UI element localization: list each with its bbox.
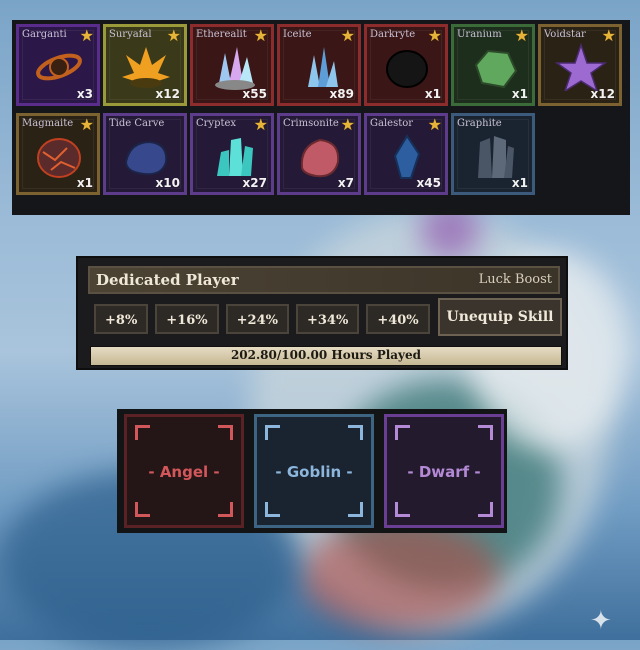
ore-slot-graphite[interactable]: Graphite x1 [451,113,535,195]
ore-count: x12 [590,87,615,101]
skill-type: Luck Boost [478,272,552,287]
sparkle-icon: ✦ [590,606,612,636]
progress-text: 202.80/100.00 Hours Played [230,348,422,362]
ore-slot-suryafal[interactable]: Suryafal ★ x12 [103,24,187,106]
ore-name: Garganti [22,29,67,40]
ore-count: x45 [416,176,441,190]
ore-name: Magmaite [22,118,74,129]
ore-name: Galestor [370,118,414,129]
favorite-star-icon[interactable]: ★ [167,28,181,44]
favorite-star-icon[interactable]: ★ [602,28,616,44]
ore-inventory-panel: Garganti ★ x3 Suryafal ★ x12 Etherealit ★ x55 Ice… [12,20,630,215]
ore-name: Iceite [283,29,312,40]
ore-slot-darkryte[interactable]: Darkryte ★ x1 [364,24,448,106]
ore-count: x1 [76,176,93,190]
perk-tiers: +8% +16% +24% +34% +40% [94,304,430,334]
dark-rock-icon [381,43,433,91]
ore-name: Etherealit [196,29,247,40]
ore-slot-etherealit[interactable]: Etherealit ★ x55 [190,24,274,106]
perk-tier-4[interactable]: +34% [295,304,360,334]
perk-tier-1[interactable]: +8% [94,304,149,334]
race-label-dwarf: - Dwarf - [407,463,481,481]
ore-slot-galestor[interactable]: Galestor ★ x45 [364,113,448,195]
race-selection-panel: - Angel - - Goblin - - Dwarf - [117,409,507,533]
favorite-star-icon[interactable]: ★ [254,28,268,44]
race-card-dwarf[interactable]: - Dwarf - [384,414,504,528]
green-rock-icon [468,43,520,91]
favorite-star-icon[interactable]: ★ [515,28,529,44]
favorite-star-icon[interactable]: ★ [341,28,355,44]
skill-title: Dedicated Player [96,271,239,289]
ore-slot-garganti[interactable]: Garganti ★ x3 [16,24,100,106]
ore-name: Darkryte [370,29,416,40]
ore-name: Suryafal [109,29,152,40]
ore-name: Tide Carve [109,118,165,129]
ore-slot-tide-carve[interactable]: Tide Carve x10 [103,113,187,195]
skill-header: Dedicated Player Luck Boost [88,266,560,294]
favorite-star-icon[interactable]: ★ [254,117,268,133]
ore-name: Uranium [457,29,502,40]
ore-count: x1 [511,87,528,101]
ore-count: x3 [76,87,93,101]
ice-crystal-icon [294,43,346,91]
purple-star-icon [554,42,608,93]
background-hull-blur [300,520,500,630]
favorite-star-icon[interactable]: ★ [428,28,442,44]
race-label-goblin: - Goblin - [275,463,353,481]
blue-rock-icon [120,132,172,180]
favorite-star-icon[interactable]: ★ [428,117,442,133]
ore-count: x89 [329,87,354,101]
crimson-rock-icon [294,132,346,180]
ore-slot-cryptex[interactable]: Cryptex ★ x27 [190,113,274,195]
ore-count: x55 [242,87,267,101]
magma-rock-icon [33,132,85,180]
ore-count: x12 [155,87,180,101]
favorite-star-icon[interactable]: ★ [341,117,355,133]
ore-count: x7 [337,176,354,190]
perk-tier-2[interactable]: +16% [155,304,219,334]
hours-played-progress-bar: 202.80/100.00 Hours Played [90,346,562,366]
favorite-star-icon[interactable]: ★ [80,117,94,133]
race-card-goblin[interactable]: - Goblin - [254,414,374,528]
graphite-column-icon [468,132,520,180]
race-label-angel: - Angel - [148,463,220,481]
flame-crystal-icon [120,43,172,91]
ore-slot-crimsonite[interactable]: Crimsonite ★ x7 [277,113,361,195]
ore-slot-magmaite[interactable]: Magmaite ★ x1 [16,113,100,195]
skill-panel: Dedicated Player Luck Boost +8% +16% +24… [76,256,568,370]
ore-count: x10 [155,176,180,190]
ore-slot-iceite[interactable]: Iceite ★ x89 [277,24,361,106]
ore-name: Crimsonite [283,118,339,129]
ore-slot-uranium[interactable]: Uranium ★ x1 [451,24,535,106]
unequip-skill-button[interactable]: Unequip Skill [438,298,562,336]
ore-name: Graphite [457,118,502,129]
ore-count: x1 [424,87,441,101]
ore-slot-voidstar[interactable]: Voidstar ★ x12 [538,24,622,106]
perk-tier-3[interactable]: +24% [225,304,289,334]
blue-shard-icon [381,132,433,180]
ringed-planet-ore-icon [33,43,85,91]
race-card-angel[interactable]: - Angel - [124,414,244,528]
prismatic-crystal-icon [207,43,259,91]
ore-count: x27 [242,176,267,190]
ore-inventory-grid: Garganti ★ x3 Suryafal ★ x12 Etherealit ★ x55 Ice… [16,24,626,199]
cyan-crystal-icon [207,132,259,180]
perk-tier-5[interactable]: +40% [366,304,430,334]
favorite-star-icon[interactable]: ★ [80,28,94,44]
ore-count: x1 [511,176,528,190]
ore-name: Voidstar [544,29,586,40]
ore-name: Cryptex [196,118,237,129]
